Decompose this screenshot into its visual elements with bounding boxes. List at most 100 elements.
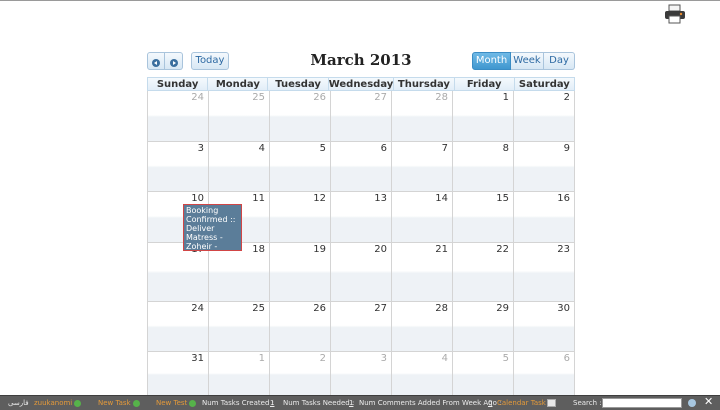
day-number: 2 (563, 92, 570, 103)
day-cell[interactable]: 26 (270, 91, 331, 142)
day-number: 28 (435, 303, 448, 314)
user-link-label: zuukanomi (34, 399, 73, 407)
add-icon (132, 399, 140, 407)
calendar-event[interactable]: Booking Confirmed :: Deliver Matress - Z… (183, 204, 242, 251)
day-number: 13 (374, 193, 387, 204)
day-cell[interactable]: 9 (514, 142, 575, 192)
day-cell[interactable]: 12 (270, 192, 331, 243)
tasks-created-count[interactable]: 1 (270, 396, 274, 410)
day-cell[interactable]: 22 (453, 243, 514, 302)
day-cell[interactable]: 20 (331, 243, 392, 302)
day-number: 27 (374, 92, 387, 103)
day-number: 8 (502, 143, 509, 154)
day-cell[interactable]: 19 (270, 243, 331, 302)
week-view-button[interactable]: Week (511, 52, 544, 70)
day-cell[interactable]: 25 (209, 91, 270, 142)
day-cell[interactable]: 7 (392, 142, 453, 192)
day-number: 16 (557, 193, 570, 204)
day-number: 19 (313, 244, 326, 255)
new-test-label: New Test (156, 399, 188, 407)
comments-label: Num Comments Added From Week Ago : (359, 399, 502, 407)
day-cell[interactable]: 2 (270, 352, 331, 397)
day-cell[interactable]: 3 (331, 352, 392, 397)
weekday-label: Wednesday (327, 78, 394, 90)
next-month-button[interactable] (165, 52, 183, 70)
calendar-task-link[interactable]: Calendar Task (497, 396, 546, 410)
day-number: 12 (313, 193, 326, 204)
prev-month-button[interactable] (147, 52, 165, 70)
day-cell[interactable]: 1 (209, 352, 270, 397)
day-cell[interactable]: 26 (270, 302, 331, 352)
new-task-link[interactable]: New Task (98, 396, 140, 410)
day-cell[interactable]: 28 (392, 302, 453, 352)
day-cell[interactable]: 29 (453, 302, 514, 352)
day-number: 21 (435, 244, 448, 255)
day-number: 25 (252, 303, 265, 314)
day-cell[interactable]: 5 (453, 352, 514, 397)
day-number: 26 (313, 92, 326, 103)
settings-icon[interactable] (688, 399, 696, 407)
day-cell[interactable]: 31 (148, 352, 209, 397)
day-cell[interactable]: 4 (209, 142, 270, 192)
week-row: 3 4 5 6 7 8 9 (147, 142, 575, 192)
search-input[interactable] (602, 398, 682, 408)
today-button[interactable]: Today (191, 52, 229, 70)
day-cell[interactable]: 18 (209, 243, 270, 302)
day-cell[interactable]: 23 (514, 243, 575, 302)
day-cell[interactable]: 2 (514, 91, 575, 142)
day-cell[interactable]: 21 (392, 243, 453, 302)
day-cell[interactable]: 30 (514, 302, 575, 352)
day-cell[interactable]: 14 (392, 192, 453, 243)
day-number: 11 (252, 193, 265, 204)
day-cell[interactable]: 27 (331, 302, 392, 352)
day-cell[interactable]: 5 (270, 142, 331, 192)
day-cell[interactable]: 3 (148, 142, 209, 192)
print-icon[interactable] (664, 4, 686, 24)
calendar-toolbar: Today March 2013 Month Week Day (147, 50, 575, 72)
day-number: 6 (380, 143, 387, 154)
weekday-label: Friday (453, 78, 514, 90)
day-number: 27 (374, 303, 387, 314)
day-cell[interactable]: 13 (331, 192, 392, 243)
day-number: 18 (252, 244, 265, 255)
user-link[interactable]: zuukanomi (34, 396, 82, 410)
day-number: 25 (252, 92, 265, 103)
calendar-icon[interactable] (547, 399, 556, 407)
status-bar: فارسی zuukanomi New Task New Test Num Ta… (0, 395, 720, 410)
chevron-left-icon (152, 59, 160, 67)
add-icon (189, 399, 197, 407)
day-number: 7 (441, 143, 448, 154)
status-dot-icon (74, 399, 82, 407)
day-cell[interactable]: 24 (148, 302, 209, 352)
day-cell[interactable]: 6 (331, 142, 392, 192)
weekday-header: Sunday Monday Tuesday Wednesday Thursday… (147, 77, 575, 91)
day-cell[interactable]: 28 (392, 91, 453, 142)
day-number: 3 (380, 353, 387, 364)
calendar-title: March 2013 (310, 51, 412, 69)
close-icon[interactable]: ✕ (704, 396, 713, 409)
day-number: 24 (191, 303, 204, 314)
day-cell[interactable]: 1 (453, 91, 514, 142)
day-view-button[interactable]: Day (544, 52, 575, 70)
day-cell[interactable]: 6 (514, 352, 575, 397)
day-number: 10 (191, 193, 204, 204)
day-number: 30 (557, 303, 570, 314)
day-cell[interactable]: 27 (331, 91, 392, 142)
day-cell[interactable]: 16 (514, 192, 575, 243)
day-number: 14 (435, 193, 448, 204)
day-cell[interactable]: 8 (453, 142, 514, 192)
calendar: Today March 2013 Month Week Day Sunday M… (147, 50, 575, 397)
new-test-link[interactable]: New Test (156, 396, 197, 410)
day-number: 6 (563, 353, 570, 364)
day-cell[interactable]: 24 (148, 91, 209, 142)
week-row: 24 25 26 27 28 29 30 (147, 302, 575, 352)
day-cell[interactable]: 25 (209, 302, 270, 352)
day-cell[interactable]: 17 (148, 243, 209, 302)
tasks-created-label: Num Tasks Created : (202, 399, 274, 407)
language-label[interactable]: فارسی (8, 396, 29, 410)
comments-count[interactable]: 0 (488, 396, 492, 410)
tasks-needed-count[interactable]: 1 (349, 396, 353, 410)
month-view-button[interactable]: Month (472, 52, 511, 70)
day-cell[interactable]: 15 (453, 192, 514, 243)
day-cell[interactable]: 4 (392, 352, 453, 397)
